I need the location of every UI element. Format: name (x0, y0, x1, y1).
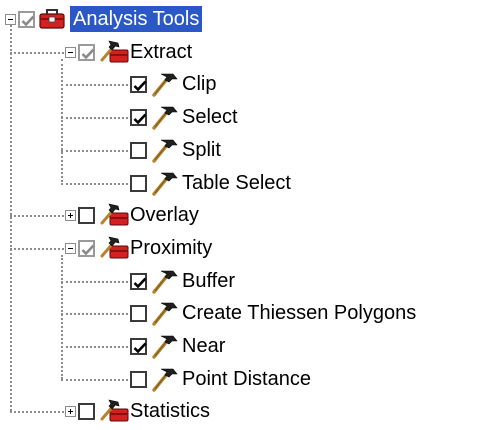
tree-guide-line (10, 25, 12, 412)
checkbox-buffer[interactable] (130, 272, 147, 290)
checkbox-table-select[interactable] (130, 174, 147, 192)
hammer-icon (150, 103, 180, 136)
plus-sign (70, 409, 71, 415)
hammer-icon (150, 267, 180, 300)
expand-statistics-toggle[interactable] (65, 406, 76, 418)
collapse-analysis-tools-toggle[interactable] (5, 14, 16, 25)
tree-node-label-overlay[interactable]: Overlay (130, 202, 199, 228)
checkbox-extract[interactable] (78, 43, 95, 61)
tree-connector (61, 313, 128, 316)
toolset-icon (98, 397, 130, 430)
tree-node-label-near[interactable]: Near (182, 333, 225, 359)
checkbox-point-distance[interactable] (130, 370, 147, 388)
toolset-icon (98, 38, 130, 71)
checkbox-overlay[interactable] (78, 207, 95, 225)
tree-connector (61, 149, 128, 152)
hammer-icon (150, 169, 180, 202)
tree-guide-line (61, 254, 63, 379)
tree-node-label-clip[interactable]: Clip (182, 71, 216, 97)
tree-connector (61, 84, 128, 87)
hammer-icon (150, 136, 180, 169)
tree-node-label-buffer[interactable]: Buffer (182, 268, 235, 294)
hammer-icon (150, 70, 180, 103)
checkbox-clip[interactable] (130, 76, 147, 94)
tree-node-label-select[interactable]: Select (182, 104, 238, 130)
tree-connector (61, 182, 128, 185)
expand-overlay-toggle[interactable] (65, 210, 76, 222)
minus-sign (8, 19, 13, 20)
toolbox-icon (38, 5, 68, 36)
collapse-proximity-toggle[interactable] (65, 242, 76, 254)
tree-node-label-point-distance[interactable]: Point Distance (182, 366, 311, 392)
tree-node-label-proximity[interactable]: Proximity (130, 235, 212, 261)
toolset-icon (98, 234, 130, 267)
toolset-icon (98, 201, 130, 234)
checkbox-split[interactable] (130, 141, 147, 159)
checkbox-create-thiessen-polygons[interactable] (130, 305, 147, 323)
tree-node-label-create-thiessen-polygons[interactable]: Create Thiessen Polygons (182, 300, 416, 326)
toolbox-tree: Analysis Tools Extract Clip Select Split Tabl… (0, 0, 491, 422)
hammer-icon (150, 332, 180, 365)
hammer-icon (150, 299, 180, 332)
tree-connector (61, 378, 128, 381)
checkbox-proximity[interactable] (78, 239, 95, 257)
checkbox-select[interactable] (130, 109, 147, 127)
tree-node-label-split[interactable]: Split (182, 137, 221, 163)
checkbox-near[interactable] (130, 338, 147, 355)
tree-node-label-extract[interactable]: Extract (130, 39, 192, 65)
collapse-extract-toggle[interactable] (65, 46, 76, 58)
tree-node-label-analysis-tools[interactable]: Analysis Tools (70, 6, 203, 32)
checkbox-analysis-tools[interactable] (18, 11, 35, 28)
tree-connector (61, 117, 128, 120)
minus-sign (68, 51, 73, 53)
tree-guide-line (61, 58, 63, 183)
tree-connector (61, 280, 128, 283)
tree-node-label-table-select[interactable]: Table Select (182, 170, 291, 196)
plus-sign (70, 213, 71, 219)
hammer-icon (150, 365, 180, 398)
checkbox-statistics[interactable] (78, 403, 95, 421)
tree-connector (61, 346, 128, 348)
tree-node-label-statistics[interactable]: Statistics (130, 398, 210, 424)
minus-sign (68, 247, 73, 249)
